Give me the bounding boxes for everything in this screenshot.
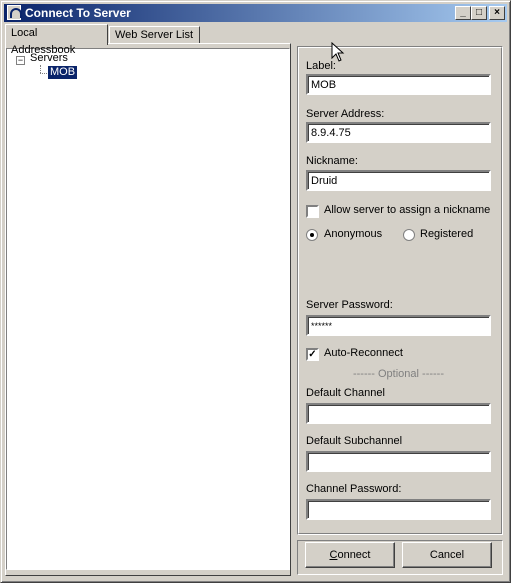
nickname-label: Nickname: [306, 155, 358, 167]
mouse-cursor-icon [331, 42, 345, 62]
cancel-button[interactable]: Cancel [402, 542, 492, 568]
anonymous-radio[interactable] [306, 229, 318, 241]
registered-radio[interactable] [403, 229, 415, 241]
optional-separator: ------ Optional ------ [352, 368, 445, 380]
server-tree[interactable]: − Servers MOB [6, 48, 290, 570]
allow-assign-label[interactable]: Allow server to assign a nickname [324, 204, 490, 216]
channel-password-label: Channel Password: [306, 483, 402, 495]
title-bar[interactable]: Connect To Server _ □ × [4, 4, 507, 22]
tab-web-server-list[interactable]: Web Server List [109, 26, 200, 44]
connect-label-rest: onnect [337, 549, 371, 561]
server-password-field[interactable]: ****** [306, 315, 491, 336]
server-password-label: Server Password: [306, 299, 393, 311]
auto-reconnect-label[interactable]: Auto-Reconnect [324, 347, 403, 359]
tree-connector [40, 65, 41, 73]
registered-label[interactable]: Registered [420, 228, 473, 240]
maximize-button[interactable]: □ [471, 6, 487, 20]
nickname-field[interactable]: Druid [306, 170, 491, 191]
default-subchannel-field[interactable] [306, 451, 491, 472]
minimize-button[interactable]: _ [455, 6, 471, 20]
default-channel-field[interactable] [306, 403, 491, 424]
auto-reconnect-checkbox[interactable]: ✓ [306, 348, 319, 361]
default-subchannel-label: Default Subchannel [306, 435, 403, 447]
channel-password-field[interactable] [306, 499, 491, 520]
tree-item-mob[interactable]: MOB [46, 65, 79, 80]
server-address-label: Server Address: [306, 108, 385, 120]
default-channel-label: Default Channel [306, 387, 385, 399]
label-field[interactable]: MOB [306, 74, 491, 95]
close-button[interactable]: × [489, 6, 505, 20]
connect-button[interactable]: Connect [305, 542, 395, 568]
server-address-field[interactable]: 8.9.4.75 [306, 122, 491, 143]
allow-assign-checkbox[interactable] [306, 205, 319, 218]
window-title: Connect To Server [25, 6, 131, 20]
tab-local-addressbook[interactable]: Local Addressbook [5, 24, 108, 56]
anonymous-label[interactable]: Anonymous [324, 228, 382, 240]
app-headset-icon [7, 5, 22, 20]
tree-connector-h [40, 73, 47, 74]
